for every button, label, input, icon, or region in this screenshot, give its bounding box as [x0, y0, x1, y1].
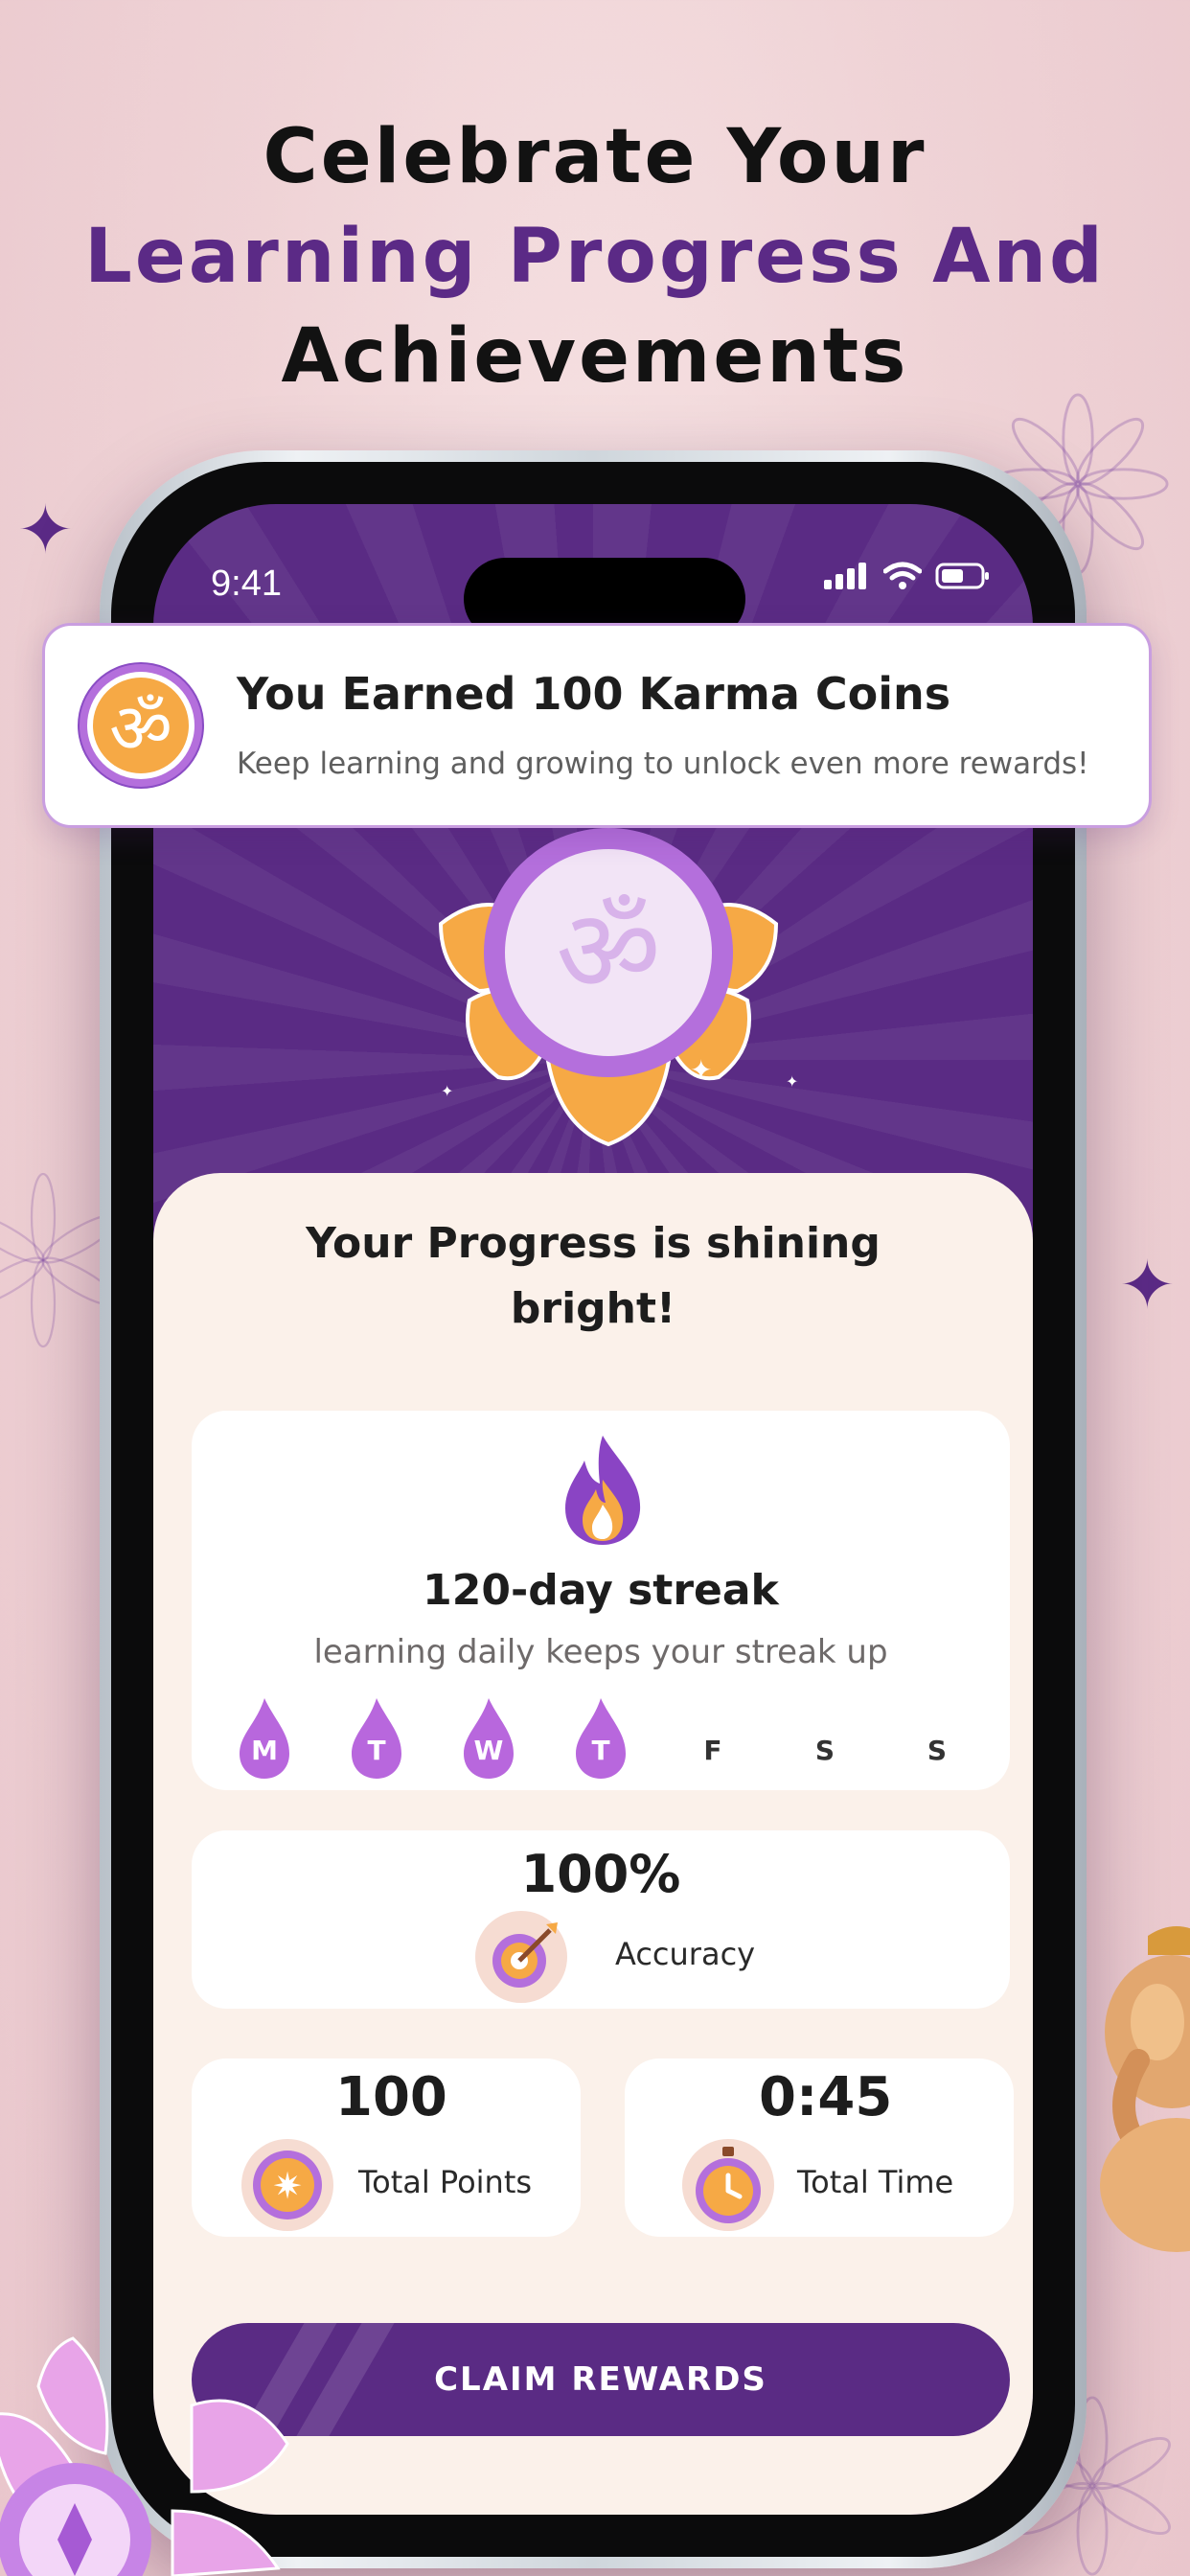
cellular-signal-icon — [824, 563, 870, 589]
headline-line-2: Learning Progress And — [84, 214, 1106, 300]
lotus-flower-icon — [0, 2336, 289, 2576]
svg-text:✦: ✦ — [786, 1072, 798, 1091]
status-time: 9:41 — [211, 564, 282, 604]
streak-day: M — [236, 1694, 293, 1781]
sparkle-icon: ✦ — [17, 491, 74, 569]
ganesha-figurine-icon — [1100, 1926, 1190, 2252]
accuracy-label: Accuracy — [615, 1936, 756, 1972]
progress-heading-line-1: Your Progress is shining — [306, 1219, 881, 1268]
points-badge-icon: ✷ — [241, 2139, 333, 2231]
svg-text:ॐ: ॐ — [109, 688, 172, 769]
claim-rewards-label: CLAIM REWARDS — [434, 2360, 767, 2399]
accuracy-card: 100% Accuracy — [192, 1830, 1010, 2009]
streak-subtitle: learning daily keeps your streak up — [313, 1633, 888, 1671]
marketing-headline: Celebrate Your Learning Progress And Ach… — [0, 107, 1190, 406]
time-card: 0:45 Total Time — [625, 2058, 1014, 2237]
svg-text:✷: ✷ — [272, 2165, 303, 2207]
time-label: Total Time — [797, 2164, 954, 2200]
streak-day: W — [460, 1694, 517, 1781]
flame-icon — [565, 1436, 641, 1545]
progress-heading: Your Progress is shining bright! — [153, 1211, 1033, 1342]
points-label: Total Points — [358, 2164, 533, 2200]
notification-subtitle: Keep learning and growing to unlock even… — [237, 747, 1089, 781]
time-value: 0:45 — [759, 2066, 893, 2128]
mandala-flower-icon — [0, 1172, 115, 1348]
om-lotus-emblem-icon: ॐ ✦ ✦ ✦ — [438, 828, 798, 1147]
streak-title: 120-day streak — [423, 1566, 779, 1615]
headline-line-3: Achievements — [281, 313, 909, 400]
accuracy-value: 100% — [520, 1844, 681, 1904]
points-card: 100 ✷ Total Points — [192, 2058, 581, 2237]
streak-card: 120-day streak learning daily keeps your… — [192, 1411, 1010, 1790]
headline-line-1: Celebrate Your — [263, 114, 927, 200]
progress-heading-line-2: bright! — [510, 1284, 676, 1333]
sparkle-icon: ✦ — [1119, 1246, 1176, 1324]
streak-day: T — [572, 1694, 629, 1781]
claim-rewards-button[interactable]: CLAIM REWARDS — [192, 2323, 1010, 2436]
streak-day: F — [703, 1735, 722, 1766]
om-coin-icon: ॐ — [78, 662, 204, 789]
svg-text:ॐ: ॐ — [556, 886, 660, 1019]
battery-icon — [935, 563, 989, 589]
points-value: 100 — [335, 2066, 447, 2128]
stopwatch-icon — [682, 2139, 774, 2231]
target-icon — [475, 1911, 567, 2003]
streak-day: S — [814, 1735, 835, 1766]
streak-week: M T W T F S S — [236, 1694, 968, 1781]
svg-text:✦: ✦ — [441, 1082, 453, 1100]
streak-day: S — [927, 1735, 948, 1766]
karma-coins-notification[interactable]: ॐ You Earned 100 Karma Coins Keep learni… — [42, 623, 1152, 828]
streak-day: T — [348, 1694, 405, 1781]
status-icons — [824, 562, 991, 590]
svg-text:✦: ✦ — [690, 1054, 712, 1086]
wifi-icon — [883, 562, 922, 589]
notification-title: You Earned 100 Karma Coins — [237, 668, 951, 720]
